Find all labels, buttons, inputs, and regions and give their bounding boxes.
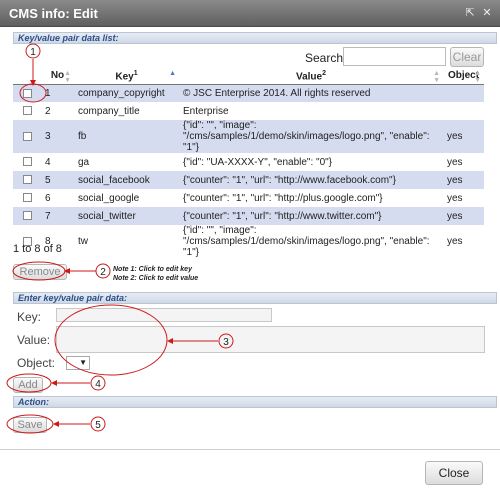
highlight-value-field — [54, 304, 168, 376]
highlight-remove — [12, 261, 66, 281]
callout-number-5: 5 — [95, 420, 101, 431]
arrowhead-5 — [53, 421, 59, 427]
highlight-add — [6, 373, 52, 393]
arrowhead-3 — [167, 338, 173, 344]
highlight-checkbox — [19, 83, 47, 103]
annotation-overlay: 1 2 3 4 5 — [6, 43, 234, 434]
callout-number-3: 3 — [223, 337, 229, 348]
callout-number-2: 2 — [100, 267, 106, 278]
callout-number-1: 1 — [30, 47, 36, 58]
highlight-save — [6, 414, 54, 434]
arrowhead-4 — [51, 380, 57, 386]
arrowhead-1 — [30, 80, 36, 86]
callout-number-4: 4 — [95, 379, 101, 390]
